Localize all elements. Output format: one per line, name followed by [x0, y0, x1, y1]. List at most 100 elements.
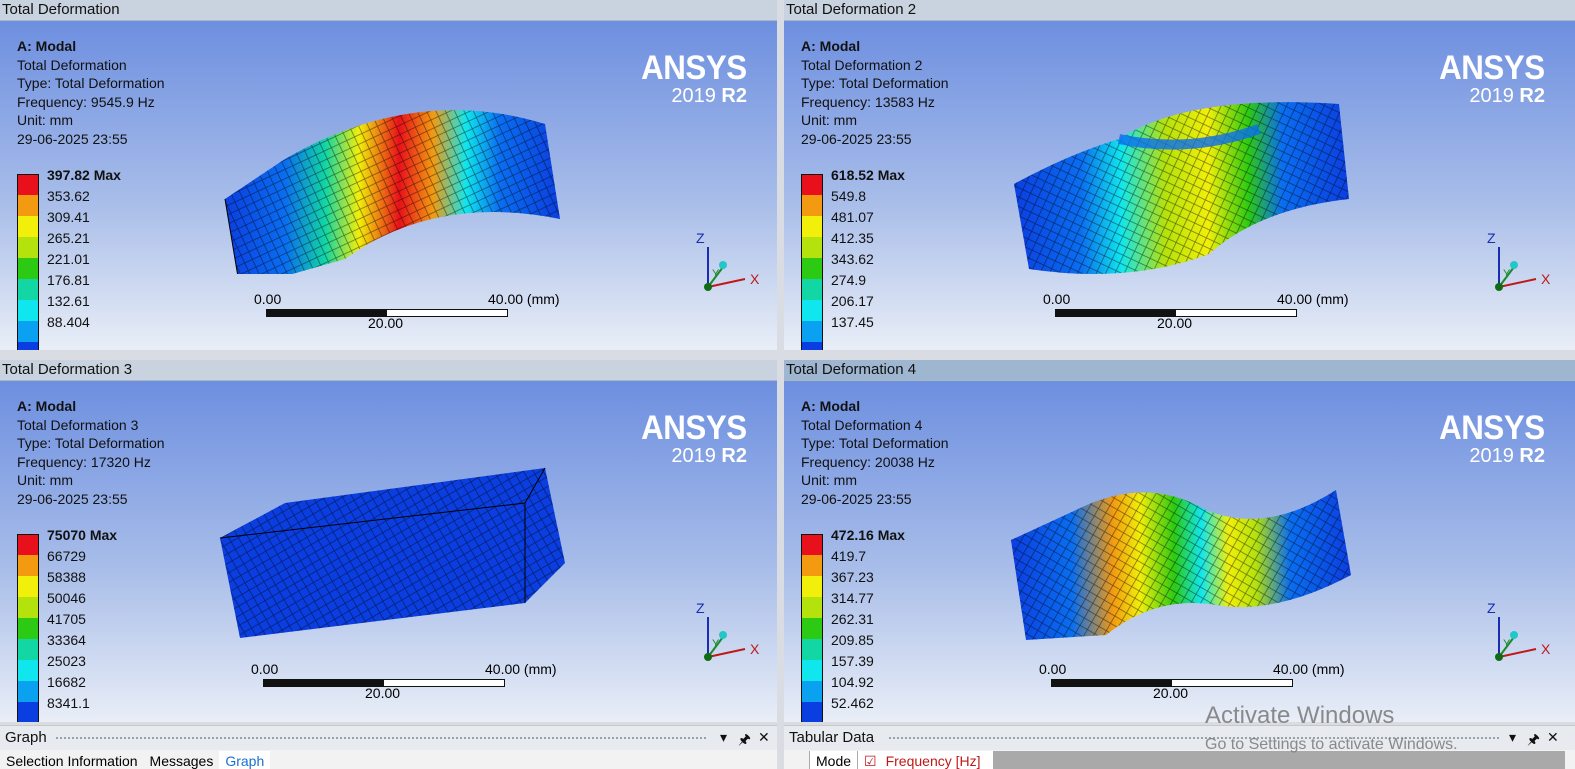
legend-swatch: [17, 237, 39, 258]
deformed-model[interactable]: [1006, 465, 1361, 645]
svg-text:Y: Y: [1503, 638, 1511, 650]
legend-swatch: [17, 321, 39, 342]
legend-label: 309.41: [47, 209, 90, 225]
legend-label: 75070 Max: [47, 527, 118, 543]
pane-title: Total Deformation 4: [784, 360, 1575, 381]
legend-label: 367.23: [831, 569, 874, 585]
svg-text:X: X: [750, 641, 760, 657]
checkbox-icon[interactable]: ☑: [864, 751, 880, 769]
legend-label: 397.82 Max: [47, 167, 121, 183]
legend-swatch: [17, 279, 39, 300]
legend-label: 343.62: [831, 251, 874, 267]
legend-swatch: [801, 279, 823, 300]
legend-label: 25023: [47, 653, 86, 669]
graph-tabs: Selection Information Messages Graph: [0, 751, 777, 769]
legend-swatch: [17, 660, 39, 681]
graphics-viewport[interactable]: A: Modal Total Deformation 3 Type: Total…: [0, 381, 777, 722]
legend-label: 472.16 Max: [831, 527, 905, 543]
dropdown-icon[interactable]: ▾: [720, 729, 727, 746]
graphics-viewport[interactable]: A: Modal Total Deformation Type: Total D…: [0, 21, 777, 350]
axis-triad[interactable]: Z X Y: [690, 229, 760, 299]
deformed-model[interactable]: [215, 463, 575, 643]
drag-handle[interactable]: [56, 737, 706, 742]
legend-swatch: [801, 195, 823, 216]
legend-swatch: [801, 618, 823, 639]
legend-label: 265.21: [47, 230, 90, 246]
pane-title: Total Deformation: [0, 0, 777, 21]
legend-label: 419.7: [831, 548, 867, 564]
svg-text:X: X: [750, 271, 760, 287]
legend-label: 618.52 Max: [831, 167, 905, 183]
activation-watermark: Activate Windows Go to Settings to activ…: [1205, 702, 1458, 753]
pin-icon[interactable]: 🖈: [1527, 729, 1540, 753]
legend-swatch: [17, 216, 39, 237]
tab-messages[interactable]: Messages: [144, 751, 220, 769]
legend-swatch: [17, 618, 39, 639]
result-pane-3[interactable]: Total Deformation 3 A: Modal Total Defor…: [0, 360, 777, 722]
legend-swatch: [17, 534, 39, 556]
pin-icon[interactable]: 🖈: [738, 729, 751, 753]
legend-swatch: [801, 300, 823, 321]
deformed-model[interactable]: [1009, 99, 1359, 279]
legend-label: 209.85: [831, 632, 874, 648]
tab-graph[interactable]: Graph: [219, 751, 271, 769]
legend-label: 157.39: [831, 653, 874, 669]
dropdown-icon[interactable]: ▾: [1509, 729, 1516, 746]
pane-title: Total Deformation 2: [784, 0, 1575, 21]
legend-swatch: [17, 576, 39, 597]
svg-text:Y: Y: [712, 268, 720, 280]
legend-swatch: [801, 702, 823, 722]
legend-label: 137.45: [831, 314, 874, 330]
legend-label: 314.77: [831, 590, 874, 606]
graphics-viewport[interactable]: A: Modal Total Deformation 2 Type: Total…: [784, 21, 1575, 350]
result-info: A: Modal Total Deformation 3 Type: Total…: [17, 398, 165, 507]
legend-label: 66729: [47, 548, 86, 564]
ansys-logo: ANSYS 2019 R2: [641, 409, 748, 467]
legend-label: 206.17: [831, 293, 874, 309]
graphics-viewport[interactable]: A: Modal Total Deformation 4 Type: Total…: [784, 381, 1575, 722]
legend-swatch: [801, 321, 823, 342]
legend-swatch: [801, 258, 823, 279]
ansys-logo: ANSYS 2019 R2: [1439, 409, 1546, 467]
column-mode[interactable]: Mode: [809, 751, 858, 769]
close-icon[interactable]: ✕: [758, 729, 770, 746]
column-frequency[interactable]: ☑ Frequency [Hz]: [857, 751, 993, 769]
legend-swatch: [801, 555, 823, 576]
legend-label: 41705: [47, 611, 86, 627]
legend-label: 58388: [47, 569, 86, 585]
svg-text:Z: Z: [1487, 600, 1496, 616]
close-icon[interactable]: ✕: [1547, 729, 1559, 746]
graph-panel: Graph ▾ 🖈 ✕ Selection Information Message…: [0, 725, 777, 769]
result-info: A: Modal Total Deformation 2 Type: Total…: [801, 38, 949, 147]
legend-swatch: [17, 639, 39, 660]
result-pane-4[interactable]: Total Deformation 4 A: Modal Total Defor…: [784, 360, 1575, 722]
svg-text:Z: Z: [696, 230, 705, 246]
pane-title: Total Deformation 3: [0, 360, 777, 381]
deformed-model[interactable]: [215, 99, 575, 274]
ansys-logo: ANSYS 2019 R2: [1439, 49, 1546, 107]
legend-label: 104.92: [831, 674, 874, 690]
result-pane-1[interactable]: Total Deformation A: Modal Total Deforma…: [0, 0, 777, 350]
legend-label: 274.9: [831, 272, 867, 288]
legend-swatch: [17, 300, 39, 321]
legend-label: 221.01: [47, 251, 90, 267]
result-info: A: Modal Total Deformation 4 Type: Total…: [801, 398, 949, 507]
axis-triad[interactable]: Z X Y: [1481, 599, 1551, 669]
legend-label: 262.31: [831, 611, 874, 627]
result-pane-2[interactable]: Total Deformation 2 A: Modal Total Defor…: [784, 0, 1575, 350]
legend-label: 8341.1: [47, 695, 90, 711]
legend-swatch: [17, 174, 39, 196]
legend-swatch: [801, 576, 823, 597]
legend-label: 88.404: [47, 314, 90, 330]
axis-triad[interactable]: Z X Y: [1481, 229, 1551, 299]
legend-label: 52.462: [831, 695, 874, 711]
legend-swatch: [17, 681, 39, 702]
legend-swatch: [17, 258, 39, 279]
legend-label: 549.8: [831, 188, 867, 204]
legend-swatch: [801, 660, 823, 681]
svg-text:Y: Y: [712, 638, 720, 650]
ansys-logo: ANSYS 2019 R2: [641, 49, 748, 107]
tab-selection-information[interactable]: Selection Information: [0, 751, 144, 769]
axis-triad[interactable]: Z X Y: [690, 599, 760, 669]
legend-swatch: [801, 174, 823, 196]
